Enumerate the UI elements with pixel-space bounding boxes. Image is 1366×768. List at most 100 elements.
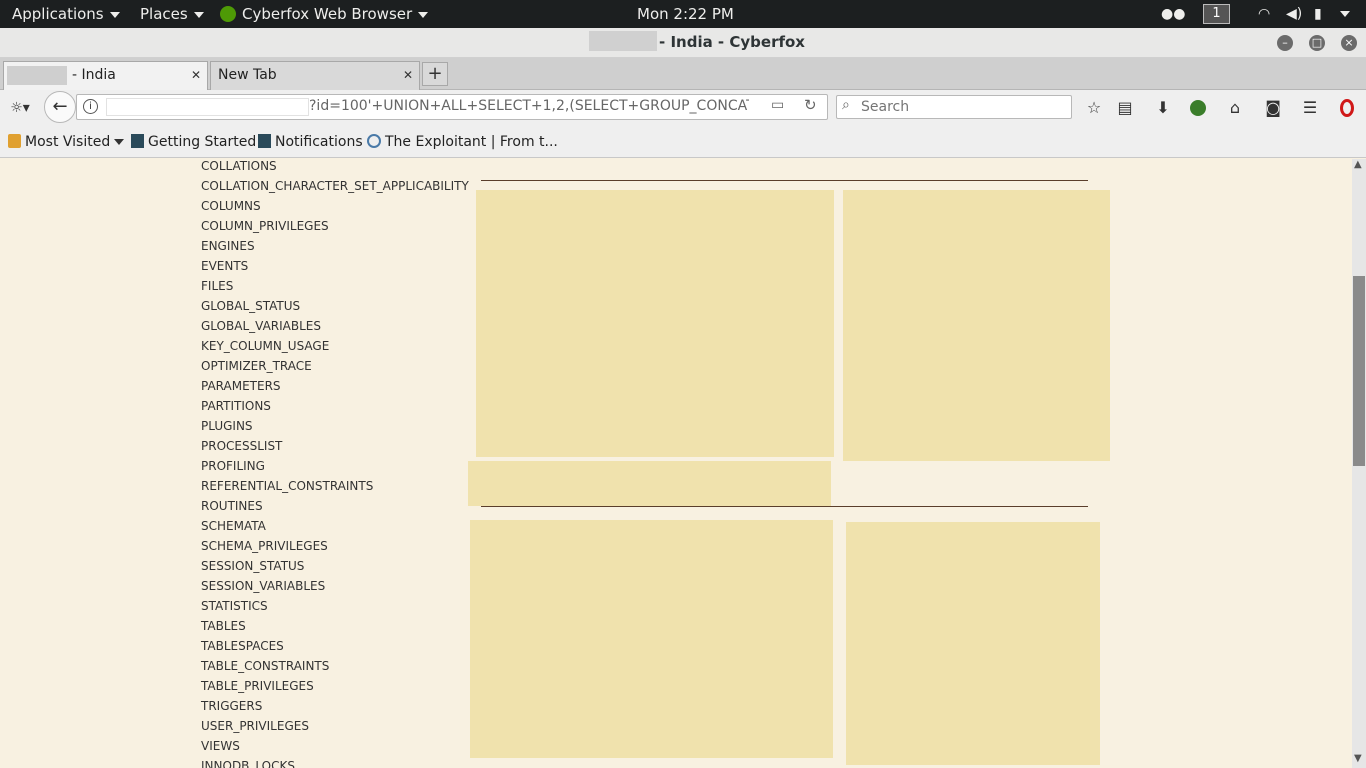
history-dropdown-icon[interactable]: ☼▾ bbox=[6, 98, 34, 118]
close-icon[interactable]: × bbox=[1341, 35, 1357, 51]
close-tab-icon[interactable]: ✕ bbox=[191, 62, 201, 89]
back-button[interactable]: ← bbox=[44, 91, 76, 123]
folder-icon bbox=[8, 134, 21, 148]
content-panel bbox=[843, 190, 1110, 461]
table-name-item: COLUMN_PRIVILEGES bbox=[201, 219, 329, 233]
system-top-bar: Applications Places Cyberfox Web Browser… bbox=[0, 0, 1366, 28]
title-redaction bbox=[589, 31, 657, 51]
table-name-item: STATISTICS bbox=[201, 599, 268, 613]
menu-icon[interactable]: ☰ bbox=[1300, 98, 1320, 118]
scroll-up-arrow-icon[interactable]: ▲ bbox=[1354, 159, 1362, 170]
workspace-indicator[interactable]: 1 bbox=[1203, 4, 1230, 24]
table-name-item: TABLE_CONSTRAINTS bbox=[201, 659, 330, 673]
people-icon[interactable]: ●● bbox=[1161, 5, 1185, 23]
table-name-list: COLLATIONS COLLATION_CHARACTER_SET_APPLIC… bbox=[201, 159, 469, 768]
close-tab-icon[interactable]: ✕ bbox=[403, 62, 413, 89]
tab-label: - India bbox=[72, 67, 116, 83]
table-name-item: SCHEMA_PRIVILEGES bbox=[201, 539, 328, 553]
notifications-icon bbox=[258, 134, 271, 148]
table-name-item: TABLES bbox=[201, 619, 246, 633]
table-name-item: ENGINES bbox=[201, 239, 255, 253]
table-name-item: GLOBAL_STATUS bbox=[201, 299, 301, 313]
table-name-item: SCHEMATA bbox=[201, 519, 266, 533]
new-tab-button[interactable]: + bbox=[422, 62, 448, 86]
battery-icon[interactable]: ▮ bbox=[1314, 5, 1322, 23]
downloads-icon[interactable]: ⬇ bbox=[1153, 98, 1173, 118]
search-input[interactable] bbox=[861, 97, 1066, 117]
opera-icon[interactable] bbox=[1340, 99, 1354, 117]
table-name-item: TRIGGERS bbox=[201, 699, 263, 713]
places-menu[interactable]: Places bbox=[140, 0, 204, 28]
page-scrollbar[interactable]: ▲ ▼ bbox=[1352, 159, 1366, 768]
chevron-down-icon bbox=[418, 11, 429, 18]
reader-view-icon[interactable]: ▭ bbox=[771, 97, 784, 113]
table-name-item: EVENTS bbox=[201, 259, 249, 273]
table-name-item: TABLESPACES bbox=[201, 639, 284, 653]
divider-line bbox=[481, 180, 1088, 181]
table-name-item: PARAMETERS bbox=[201, 379, 281, 393]
cyberfox-icon bbox=[220, 6, 236, 22]
bookmark-exploitant[interactable]: The Exploitant | From t... bbox=[367, 128, 558, 158]
table-name-item: COLUMNS bbox=[201, 199, 261, 213]
table-name-item: FILES bbox=[201, 279, 234, 293]
table-name-item: INNODB_LOCKS bbox=[201, 759, 295, 768]
tab-label: New Tab bbox=[218, 67, 277, 83]
bookmarks-toolbar: Most Visited Getting Started Notificatio… bbox=[0, 128, 1366, 158]
chevron-down-icon bbox=[114, 139, 125, 145]
most-visited-folder[interactable]: Most Visited bbox=[8, 128, 125, 158]
bookmark-notifications[interactable]: Notifications bbox=[258, 128, 363, 158]
home-icon[interactable]: ⌂ bbox=[1225, 98, 1245, 118]
tab-new-tab[interactable]: New Tab ✕ bbox=[210, 61, 420, 90]
tab-title-redaction bbox=[7, 66, 67, 85]
tab-strip: - India ✕ New Tab ✕ bbox=[0, 58, 1366, 90]
search-icon: ⌕ bbox=[842, 97, 850, 113]
wordpress-icon bbox=[367, 134, 381, 148]
url-text[interactable]: ?id=100'+UNION+ALL+SELECT+1,2,(SELECT+GR… bbox=[309, 95, 749, 119]
minimize-icon[interactable]: – bbox=[1277, 35, 1293, 51]
site-info-icon[interactable]: i bbox=[83, 99, 98, 114]
content-panel bbox=[476, 190, 834, 457]
scroll-thumb[interactable] bbox=[1353, 276, 1365, 466]
bookmark-star-icon[interactable]: ☆ bbox=[1084, 98, 1104, 118]
chevron-down-icon bbox=[109, 11, 120, 18]
navigation-toolbar: ☼▾ ← i ?id=100'+UNION+ALL+SELECT+1,2,(SE… bbox=[0, 90, 1366, 128]
content-panel bbox=[468, 461, 831, 506]
table-name-item: SESSION_STATUS bbox=[201, 559, 305, 573]
table-name-item: ROUTINES bbox=[201, 499, 263, 513]
divider-line bbox=[481, 506, 1088, 507]
bookmark-getting-started[interactable]: Getting Started bbox=[131, 128, 256, 158]
bookmarks-library-icon[interactable]: ▤ bbox=[1115, 98, 1135, 118]
chevron-down-icon bbox=[193, 11, 204, 18]
tab-india[interactable]: - India ✕ bbox=[3, 61, 208, 90]
clock[interactable]: Mon 2:22 PM bbox=[637, 0, 734, 28]
table-name-item: PROFILING bbox=[201, 459, 265, 473]
browser-app-menu[interactable]: Cyberfox Web Browser bbox=[220, 0, 429, 28]
content-panel bbox=[470, 520, 833, 758]
page-content: COLLATIONS COLLATION_CHARACTER_SET_APPLIC… bbox=[0, 159, 1352, 768]
window-title: - India - Cyberfox bbox=[659, 33, 805, 51]
extension-icon[interactable] bbox=[1190, 100, 1206, 116]
table-name-item: COLLATION_CHARACTER_SET_APPLICABILITY bbox=[201, 179, 469, 193]
table-name-item: OPTIMIZER_TRACE bbox=[201, 359, 312, 373]
window-title-bar[interactable]: - India - Cyberfox – □ × bbox=[0, 28, 1366, 58]
system-menu-chevron-icon[interactable] bbox=[1340, 5, 1350, 23]
url-bar[interactable]: i ?id=100'+UNION+ALL+SELECT+1,2,(SELECT+… bbox=[76, 94, 828, 120]
table-name-item: VIEWS bbox=[201, 739, 240, 753]
table-name-item: TABLE_PRIVILEGES bbox=[201, 679, 314, 693]
wifi-icon[interactable]: ◠ bbox=[1258, 5, 1270, 23]
applications-menu[interactable]: Applications bbox=[12, 0, 120, 28]
search-bar[interactable]: ⌕ bbox=[836, 95, 1072, 119]
table-name-item: COLLATIONS bbox=[201, 159, 277, 173]
reload-icon[interactable]: ↻ bbox=[804, 96, 817, 114]
table-name-item: USER_PRIVILEGES bbox=[201, 719, 309, 733]
table-name-item: PLUGINS bbox=[201, 419, 253, 433]
getting-started-icon bbox=[131, 134, 144, 148]
scroll-down-arrow-icon[interactable]: ▼ bbox=[1354, 753, 1362, 764]
pocket-icon[interactable]: ◙ bbox=[1263, 98, 1283, 118]
table-name-item: PARTITIONS bbox=[201, 399, 271, 413]
url-redaction bbox=[106, 98, 309, 116]
maximize-icon[interactable]: □ bbox=[1309, 35, 1325, 51]
table-name-item: REFERENTIAL_CONSTRAINTS bbox=[201, 479, 374, 493]
table-name-item: SESSION_VARIABLES bbox=[201, 579, 326, 593]
volume-icon[interactable]: ◀) bbox=[1286, 5, 1302, 23]
